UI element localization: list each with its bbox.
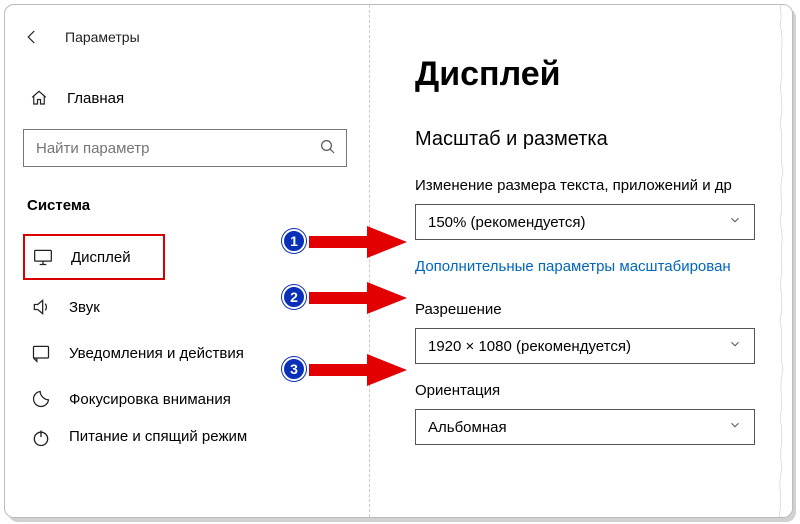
- advanced-scaling-link[interactable]: Дополнительные параметры масштабирован: [415, 258, 792, 275]
- annotation-arrow-1: [309, 224, 409, 260]
- search-box[interactable]: [23, 129, 347, 167]
- scale-select[interactable]: 150% (рекомендуется): [415, 204, 755, 240]
- back-button[interactable]: [23, 28, 41, 46]
- app-title: Параметры: [65, 29, 140, 45]
- scale-label: Изменение размера текста, приложений и д…: [415, 177, 792, 194]
- notifications-icon: [31, 343, 51, 363]
- home-label: Главная: [67, 90, 124, 107]
- search-icon: [319, 138, 337, 161]
- resolution-label: Разрешение: [415, 301, 792, 318]
- annotation-badge-2: 2: [282, 285, 306, 309]
- sidebar-item-power[interactable]: Питание и спящий режим: [23, 422, 365, 454]
- resolution-select[interactable]: 1920 × 1080 (рекомендуется): [415, 328, 755, 364]
- chevron-down-icon: [728, 418, 742, 436]
- monitor-icon: [33, 247, 53, 267]
- annotation-arrow-3: [309, 352, 409, 388]
- sidebar-item-label: Питание и спящий режим: [69, 428, 247, 445]
- orientation-label: Ориентация: [415, 382, 792, 399]
- resolution-value: 1920 × 1080 (рекомендуется): [428, 338, 631, 355]
- annotation-badge-1: 1: [282, 229, 306, 253]
- section-title: Масштаб и разметка: [415, 128, 792, 151]
- vertical-divider: [369, 5, 370, 517]
- annotation-badge-3: 3: [282, 357, 306, 381]
- search-input[interactable]: [23, 129, 347, 167]
- sidebar-item-label: Звук: [69, 299, 100, 316]
- home-icon: [29, 89, 49, 107]
- chevron-down-icon: [728, 337, 742, 355]
- sidebar-item-home[interactable]: Главная: [23, 89, 365, 107]
- power-icon: [31, 428, 51, 448]
- orientation-value: Альбомная: [428, 419, 507, 436]
- sidebar-item-display[interactable]: Дисплей: [23, 234, 165, 280]
- sidebar-item-label: Уведомления и действия: [69, 345, 244, 362]
- sidebar-item-label: Дисплей: [71, 249, 131, 266]
- sidebar-item-label: Фокусировка внимания: [69, 391, 231, 408]
- scale-value: 150% (рекомендуется): [428, 214, 585, 231]
- annotation-arrow-2: [309, 280, 409, 316]
- torn-edge-decoration: [779, 5, 793, 517]
- orientation-select[interactable]: Альбомная: [415, 409, 755, 445]
- chevron-down-icon: [728, 213, 742, 231]
- sound-icon: [31, 297, 51, 317]
- focus-icon: [31, 389, 51, 409]
- group-title: Система: [23, 197, 365, 214]
- page-title: Дисплей: [415, 55, 792, 94]
